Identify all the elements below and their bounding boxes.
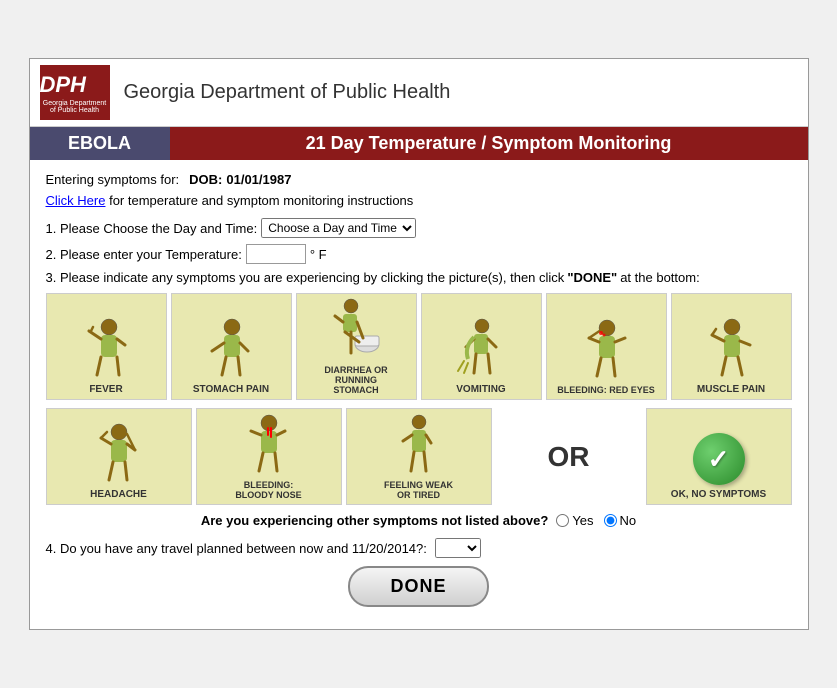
bleeding-eyes-label: BLEEDING: RED EYES: [557, 385, 655, 395]
symptoms-grid-row1: FEVER STOMACH PAIN: [46, 293, 792, 400]
org-title: Georgia Department of Public Health: [124, 81, 451, 104]
no-radio[interactable]: [604, 514, 617, 527]
diarrhea-label: DIARRHEA ORRUNNINGSTOMACH: [324, 365, 387, 395]
no-radio-label[interactable]: No: [604, 513, 637, 528]
yes-radio-label[interactable]: Yes: [556, 513, 593, 528]
step2-label: 2. Please enter your Temperature:: [46, 247, 242, 262]
step1-row: 1. Please Choose the Day and Time: Choos…: [46, 218, 792, 238]
symptom-headache[interactable]: HEADACHE: [46, 408, 192, 505]
fever-icon: [79, 317, 134, 384]
or-separator: OR: [496, 408, 642, 505]
symptom-ok-no-symptoms[interactable]: OK, NO SYMPTOMS: [646, 408, 792, 505]
banner-ebola-label: EBOLA: [30, 127, 170, 160]
or-text: OR: [548, 441, 590, 473]
bleeding-eyes-icon: [579, 318, 634, 385]
logo-text: DPH: [40, 72, 110, 98]
yes-radio[interactable]: [556, 514, 569, 527]
bleeding-nose-label: BLEEDING:BLOODY NOSE: [235, 480, 301, 500]
headache-label: HEADACHE: [90, 489, 147, 500]
header: DPH Georgia Department of Public Health …: [30, 59, 808, 127]
ok-check-icon: [693, 433, 745, 485]
ok-no-symptoms-label: OK, NO SYMPTOMS: [671, 489, 766, 500]
entering-label: Entering symptoms for:: [46, 172, 180, 187]
symptom-diarrhea[interactable]: DIARRHEA ORRUNNINGSTOMACH: [296, 293, 417, 400]
symptom-feeling-weak[interactable]: FEELING WEAKOR TIRED: [346, 408, 492, 505]
no-label: No: [620, 513, 637, 528]
logo-subtext: Georgia Department of Public Health: [40, 100, 110, 114]
vomiting-icon: [454, 317, 509, 384]
other-symptoms-row: Are you experiencing other symptoms not …: [46, 513, 792, 528]
travel-select[interactable]: Yes No: [435, 538, 481, 558]
headache-icon: [91, 422, 146, 489]
step3-end: at the bottom:: [620, 270, 700, 285]
temp-unit: ° F: [310, 247, 327, 262]
diarrhea-icon: [329, 298, 384, 365]
symptom-stomach-pain[interactable]: STOMACH PAIN: [171, 293, 292, 400]
step3-label: 3. Please indicate any symptoms you are …: [46, 270, 565, 285]
bleeding-nose-icon: [241, 413, 296, 480]
travel-row: 4. Do you have any travel planned betwee…: [46, 538, 792, 558]
muscle-pain-icon: [704, 317, 759, 384]
symptoms-grid-row2: HEADACHE BLEE: [46, 408, 792, 505]
step1-label: 1. Please Choose the Day and Time:: [46, 221, 258, 236]
stomach-pain-label: STOMACH PAIN: [193, 384, 269, 395]
banner-title: 21 Day Temperature / Symptom Monitoring: [170, 127, 808, 160]
vomiting-label: VOMITING: [456, 384, 505, 395]
symptom-fever[interactable]: FEVER: [46, 293, 167, 400]
fever-label: FEVER: [89, 384, 122, 395]
done-row: DONE: [46, 566, 792, 607]
symptom-vomiting[interactable]: VOMITING: [421, 293, 542, 400]
muscle-pain-label: MUSCLE PAIN: [697, 384, 765, 395]
symptom-muscle-pain[interactable]: MUSCLE PAIN: [671, 293, 792, 400]
other-symptoms-radio-group: Yes No: [556, 513, 636, 528]
step3-done: "DONE": [567, 270, 617, 285]
content-area: Entering symptoms for: DOB: 01/01/1987 C…: [30, 160, 808, 629]
instructions-text2: for temperature and symptom monitoring i…: [109, 193, 413, 208]
feeling-weak-icon: [391, 413, 446, 480]
symptom-bleeding-eyes[interactable]: BLEEDING: RED EYES: [546, 293, 667, 400]
instructions-row: Click Here for temperature and symptom m…: [46, 193, 792, 208]
instructions-link[interactable]: Click Here: [46, 193, 106, 208]
step3-row: 3. Please indicate any symptoms you are …: [46, 270, 792, 285]
stomach-pain-icon: [204, 317, 259, 384]
dob-label: DOB:: [189, 172, 222, 187]
step2-row: 2. Please enter your Temperature: ° F: [46, 244, 792, 264]
other-symptoms-label: Are you experiencing other symptoms not …: [201, 513, 548, 528]
dob-value: 01/01/1987: [226, 172, 291, 187]
travel-label: 4. Do you have any travel planned betwee…: [46, 541, 427, 556]
temperature-input[interactable]: [246, 244, 306, 264]
logo: DPH Georgia Department of Public Health: [40, 65, 110, 120]
day-time-select[interactable]: Choose a Day and Time: [261, 218, 416, 238]
app-container: DPH Georgia Department of Public Health …: [29, 58, 809, 630]
yes-label: Yes: [572, 513, 593, 528]
feeling-weak-label: FEELING WEAKOR TIRED: [384, 480, 453, 500]
done-button[interactable]: DONE: [348, 566, 488, 607]
symptom-bleeding-nose[interactable]: BLEEDING:BLOODY NOSE: [196, 408, 342, 505]
banner: EBOLA 21 Day Temperature / Symptom Monit…: [30, 127, 808, 160]
patient-info-row: Entering symptoms for: DOB: 01/01/1987: [46, 172, 792, 187]
